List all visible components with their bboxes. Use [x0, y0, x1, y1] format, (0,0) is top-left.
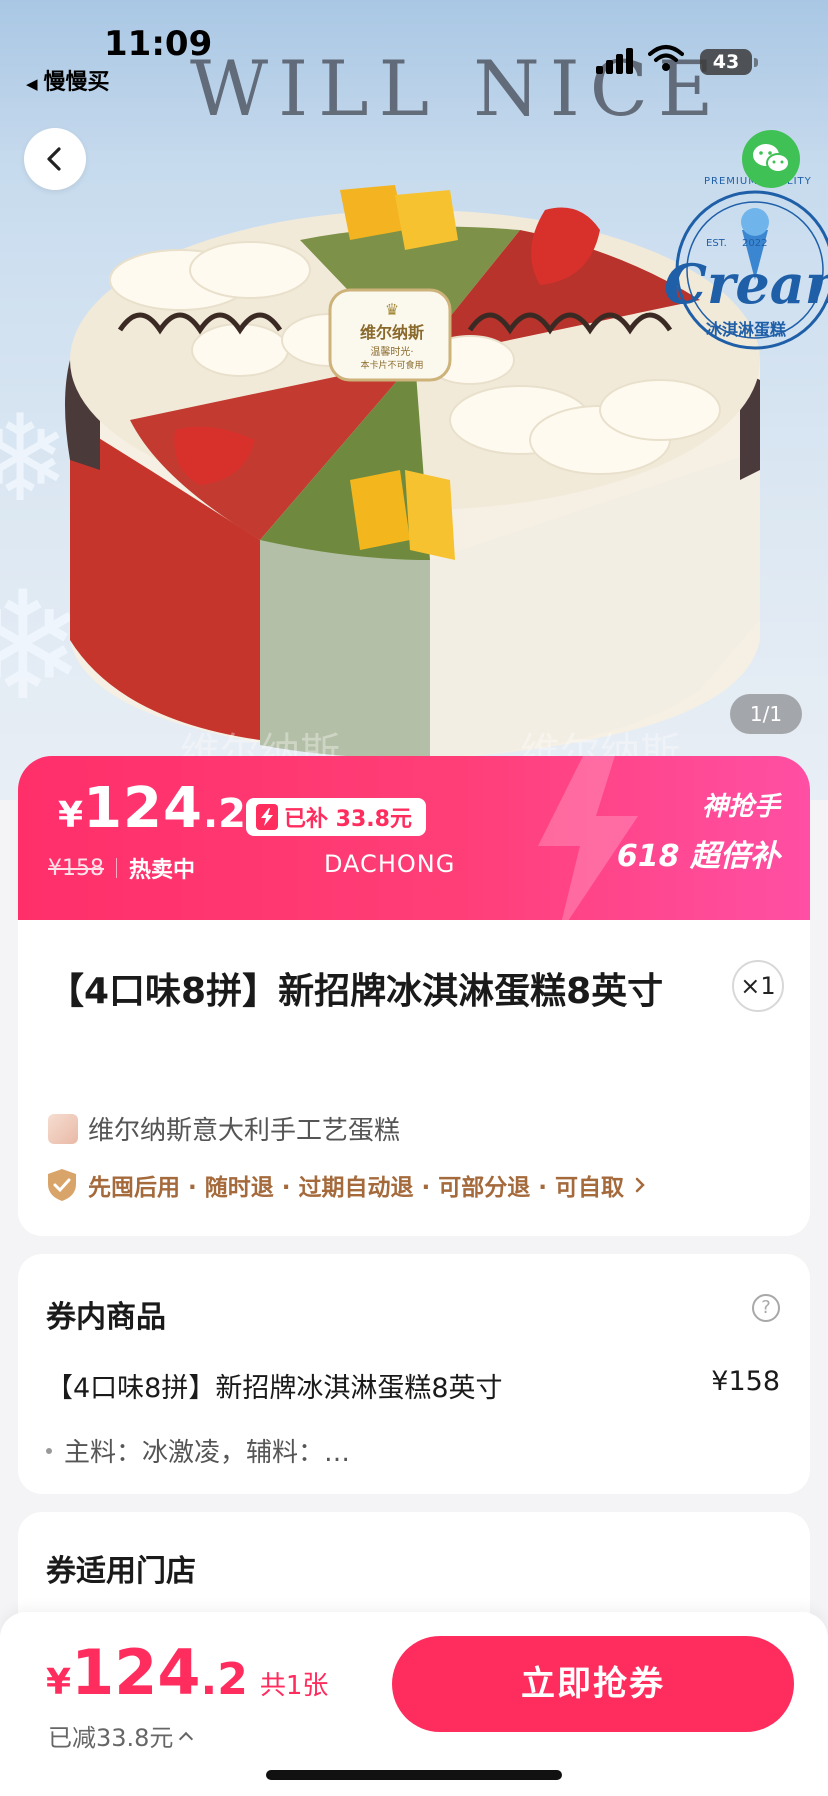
flash-icon — [256, 804, 278, 830]
chevron-right-icon — [635, 1177, 645, 1193]
back-triangle-icon: ◀ — [26, 75, 38, 93]
status-time: 11:09 — [104, 24, 213, 64]
dachong-watermark: DACHONG — [324, 850, 456, 878]
cellular-signal-icon — [596, 48, 634, 74]
current-price: ¥124.2 — [58, 776, 246, 841]
back-chevron-icon — [47, 147, 61, 171]
store-link[interactable]: 维尔纳斯意大利手工艺蛋糕 — [48, 1110, 400, 1147]
total-price: ¥124.2 共1张 — [46, 1636, 329, 1709]
section-title: 券适用门店 — [46, 1554, 196, 1589]
original-price-row: ¥158 热卖中 — [48, 852, 195, 884]
shield-check-icon — [48, 1169, 76, 1201]
voucher-item-row: 【4口味8拼】新招牌冰淇淋蛋糕8英寸 ¥158 — [46, 1366, 780, 1405]
item-name: 【4口味8拼】新招牌冰淇淋蛋糕8英寸 — [46, 1373, 503, 1404]
item-price: ¥158 — [711, 1366, 780, 1397]
price-banner: ¥124.2 已补 33.8元 ¥158 热卖中 DACHONG 神抢手 618… — [18, 756, 810, 920]
back-to-app-link[interactable]: ◀ 慢慢买 — [26, 64, 110, 96]
wechat-share-icon — [753, 144, 790, 173]
wechat-share-button[interactable] — [742, 130, 800, 188]
saved-amount-toggle[interactable]: 已减33.8元 — [48, 1718, 194, 1753]
store-name: 维尔纳斯意大利手工艺蛋糕 — [88, 1116, 401, 1146]
bottom-purchase-bar: ¥124.2 共1张 已减33.8元 立即抢券 — [0, 1612, 828, 1796]
promo-label: 神抢手 618 超倍补 — [616, 792, 780, 874]
subsidy-badge: 已补 33.8元 — [246, 798, 426, 836]
guarantee-text: 先囤后用 · 随时退 · 过期自动退 · 可部分退 · 可自取 — [88, 1175, 625, 1201]
item-detail: 主料：冰激凌，辅料：… — [46, 1432, 350, 1469]
image-page-indicator: 1/1 — [730, 694, 802, 734]
back-button[interactable] — [24, 128, 86, 190]
product-title: 【4口味8拼】新招牌冰淇淋蛋糕8英寸 — [48, 971, 664, 1012]
hot-sale-label: 热卖中 — [129, 858, 196, 883]
wifi-icon — [648, 45, 684, 71]
cake-topper-card: ♛ 维尔纳斯 温馨时光· 本卡片不可食用 — [359, 300, 424, 371]
voucher-items-card: 券内商品 ? 【4口味8拼】新招牌冰淇淋蛋糕8英寸 ¥158 主料：冰激凌，辅料… — [18, 1254, 810, 1494]
status-bar: 11:09 ◀ 慢慢买 43 — [0, 0, 828, 100]
cake-illustration — [65, 185, 760, 760]
product-image-carousel[interactable]: WILL NICE ❄ ❄ ♛ 维尔纳斯 温馨时光· 本卡片不可食用 维尔纳斯 … — [0, 0, 828, 800]
original-price: ¥158 — [48, 855, 104, 881]
stamp-word: Cream — [664, 252, 828, 316]
quantity-badge: ×1 — [732, 960, 784, 1012]
home-indicator — [266, 1770, 562, 1780]
section-title: 券内商品 — [46, 1300, 166, 1335]
battery-icon: 43 — [700, 49, 758, 75]
chevron-up-icon — [179, 1731, 194, 1746]
buy-voucher-button[interactable]: 立即抢券 — [392, 1636, 794, 1732]
store-avatar — [48, 1113, 78, 1144]
guarantee-row[interactable]: 先囤后用 · 随时退 · 过期自动退 · 可部分退 · 可自取 — [46, 1168, 646, 1202]
help-icon[interactable]: ? — [752, 1294, 780, 1322]
product-info-card: 【4口味8拼】新招牌冰淇淋蛋糕8英寸 ×1 维尔纳斯意大利手工艺蛋糕 先囤后用 … — [18, 920, 810, 1236]
